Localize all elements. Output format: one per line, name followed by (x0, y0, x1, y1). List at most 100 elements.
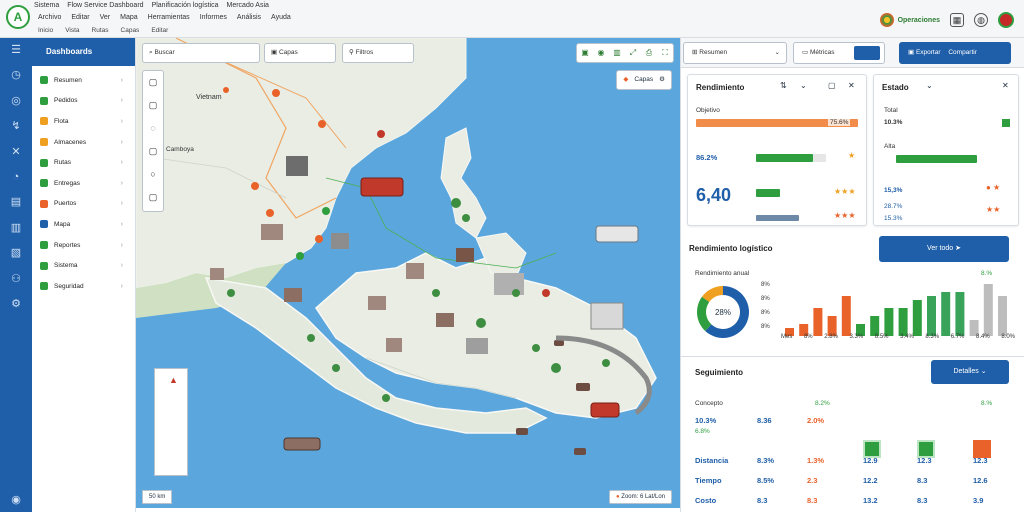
sub-menu-item[interactable]: Inicio (38, 27, 53, 34)
table-cell: Distancia (695, 456, 729, 465)
map-legend[interactable]: ▲ (154, 368, 188, 476)
zoom-controls: ▢ ▢ ◌ ▢ ○ ▢ (142, 70, 164, 212)
map-view[interactable]: ⌕ Buscar ▣ Capas ⚲ Filtros ▣ ◉ ▥ ⤢ ⎙ ⛶ ◆… (136, 38, 680, 508)
sort-icon[interactable]: ⇅ (780, 81, 787, 90)
globe-icon[interactable]: ◍ (974, 13, 988, 27)
copy-icon[interactable]: ▢ (828, 81, 836, 90)
map-filter-select[interactable]: ⚲ Filtros (342, 43, 414, 63)
menu-item[interactable]: Ver (100, 14, 111, 21)
sidebar-item-label: Rutas (54, 159, 71, 167)
sidebar-item-icon (40, 261, 48, 270)
share-icon: ➤ (955, 245, 961, 252)
close-icon[interactable]: ✕ (848, 81, 855, 90)
top-tab[interactable]: Sistema (34, 2, 59, 13)
clock-icon[interactable]: ◷ (0, 63, 32, 88)
chart-icon[interactable]: ▥ (609, 44, 625, 62)
chevron-down-icon[interactable]: ⌄ (926, 81, 933, 90)
route-icon[interactable]: ↯ (0, 114, 32, 139)
sidebar-item[interactable]: Reportes › (32, 235, 135, 256)
sidebar-item-label: Resumen (54, 76, 82, 84)
3d-icon[interactable]: ○ (143, 163, 163, 186)
map-layer-select[interactable]: ▣ Capas (264, 43, 336, 63)
menu-item[interactable]: Editar (71, 14, 89, 21)
menu-item[interactable]: Mapa (120, 14, 138, 21)
tab-export[interactable]: ▣ Exportar Compartir (899, 42, 1011, 64)
chart-icon[interactable] (973, 440, 991, 458)
status-card: Estado ⌄ ✕ Total 10.3% Alta 15,3% 28.7% … (873, 74, 1019, 226)
table-icon[interactable]: ▥ (0, 216, 32, 241)
card-title: Estado (882, 83, 909, 92)
metrics-badge (854, 46, 880, 60)
menu-item[interactable]: Informes (200, 14, 227, 21)
sidebar-item-icon (40, 199, 48, 208)
help-icon[interactable]: ◉ (0, 493, 32, 506)
fullscreen-icon[interactable]: ⛶ (657, 44, 673, 62)
sidebar-item[interactable]: Rutas › (32, 152, 135, 173)
map-canvas (136, 38, 657, 455)
sidebar-item[interactable]: Puertos › (32, 194, 135, 215)
table-header-right1: 8.2% (815, 400, 830, 407)
top-tab[interactable]: Mercado Asia (227, 2, 269, 13)
document-icon[interactable]: ▤ (0, 190, 32, 215)
x-tick-label: 3.4% (900, 334, 914, 340)
table-icon[interactable] (917, 440, 935, 458)
avatar[interactable] (998, 12, 1014, 28)
settings-icon[interactable]: ⚙ (0, 292, 32, 317)
brand-chip[interactable]: Operaciones (879, 13, 940, 27)
sidebar-item[interactable]: Almacenes › (32, 132, 135, 153)
sidebar-item[interactable]: Mapa › (32, 214, 135, 235)
chart-bar (912, 300, 922, 336)
close-icon[interactable]: ✕ (1002, 81, 1009, 90)
chart-bar (998, 296, 1007, 336)
truck-icon[interactable]: ⚇ (0, 267, 32, 292)
table-cell-sub: 6.8% (695, 428, 710, 435)
details-button[interactable]: Detalles ⌄ (931, 360, 1009, 384)
donut-label: 28% (715, 308, 731, 317)
flower-icon (879, 13, 894, 27)
top-tab[interactable]: Planificación logística (152, 2, 219, 13)
compass-icon[interactable]: ✕ (0, 140, 32, 165)
sub-menu-item[interactable]: Rutas (92, 27, 109, 34)
menu-item[interactable]: Análisis (237, 14, 261, 21)
sidebar-items: Resumen › Pedidos › Flota › Almacenes › Rutas › En… (32, 66, 135, 297)
map-search-input[interactable]: ⌕ Buscar (142, 43, 260, 63)
sidebar-item[interactable]: Flota › (32, 111, 135, 132)
measure-icon[interactable]: ⤢ (625, 44, 641, 62)
tab-summary[interactable]: ⊞ Resumen ⌄ (683, 42, 787, 64)
top-tab[interactable]: Flow Service Dashboard (67, 2, 143, 13)
location-icon[interactable]: ◔ (0, 165, 32, 190)
sidebar-item[interactable]: Seguridad › (32, 276, 135, 297)
sub-menu-item[interactable]: Editar (151, 27, 168, 34)
sidebar-item[interactable]: Pedidos › (32, 91, 135, 112)
home-icon[interactable]: ☰ (0, 38, 32, 63)
minus-icon[interactable]: ▢ (143, 94, 163, 117)
chart-toggle-icon[interactable]: ⌄ (800, 81, 807, 90)
checkbox[interactable] (1002, 119, 1010, 127)
info-icon[interactable]: ▢ (143, 186, 163, 209)
plus-icon[interactable]: ▢ (143, 71, 163, 94)
sidebar-item[interactable]: Resumen › (32, 70, 135, 91)
layer-button[interactable]: ◆ Capas ⚙ (616, 70, 672, 90)
region-label: Camboya (166, 146, 194, 153)
chart-icon[interactable]: ▧ (0, 241, 32, 266)
chart-bar (927, 296, 936, 336)
table-cell: 12.2 (863, 476, 878, 485)
chevron-right-icon: › (120, 117, 123, 125)
print-icon[interactable]: ⎙ (641, 44, 657, 62)
table-icon[interactable] (863, 440, 881, 458)
menu-item[interactable]: Herramientas (148, 14, 190, 21)
sidebar-item[interactable]: Sistema › (32, 255, 135, 276)
sidebar-item[interactable]: Entregas › (32, 173, 135, 194)
sub-menu-item[interactable]: Capas (121, 27, 140, 34)
tab-metrics[interactable]: ▭ Métricas (793, 42, 885, 64)
globe-icon[interactable]: ◎ (0, 89, 32, 114)
locate-icon[interactable]: ◌ (143, 117, 163, 140)
grid-icon[interactable]: ▦ (950, 13, 964, 27)
menu-item[interactable]: Ayuda (271, 14, 291, 21)
pin-icon[interactable]: ◉ (593, 44, 609, 62)
compass-icon[interactable]: ▢ (143, 140, 163, 163)
sub-menu-item[interactable]: Vista (65, 27, 79, 34)
view-all-button[interactable]: Ver todo ➤ (879, 236, 1009, 262)
menu-item[interactable]: Archivo (38, 14, 61, 21)
layers-icon[interactable]: ▣ (577, 44, 593, 62)
